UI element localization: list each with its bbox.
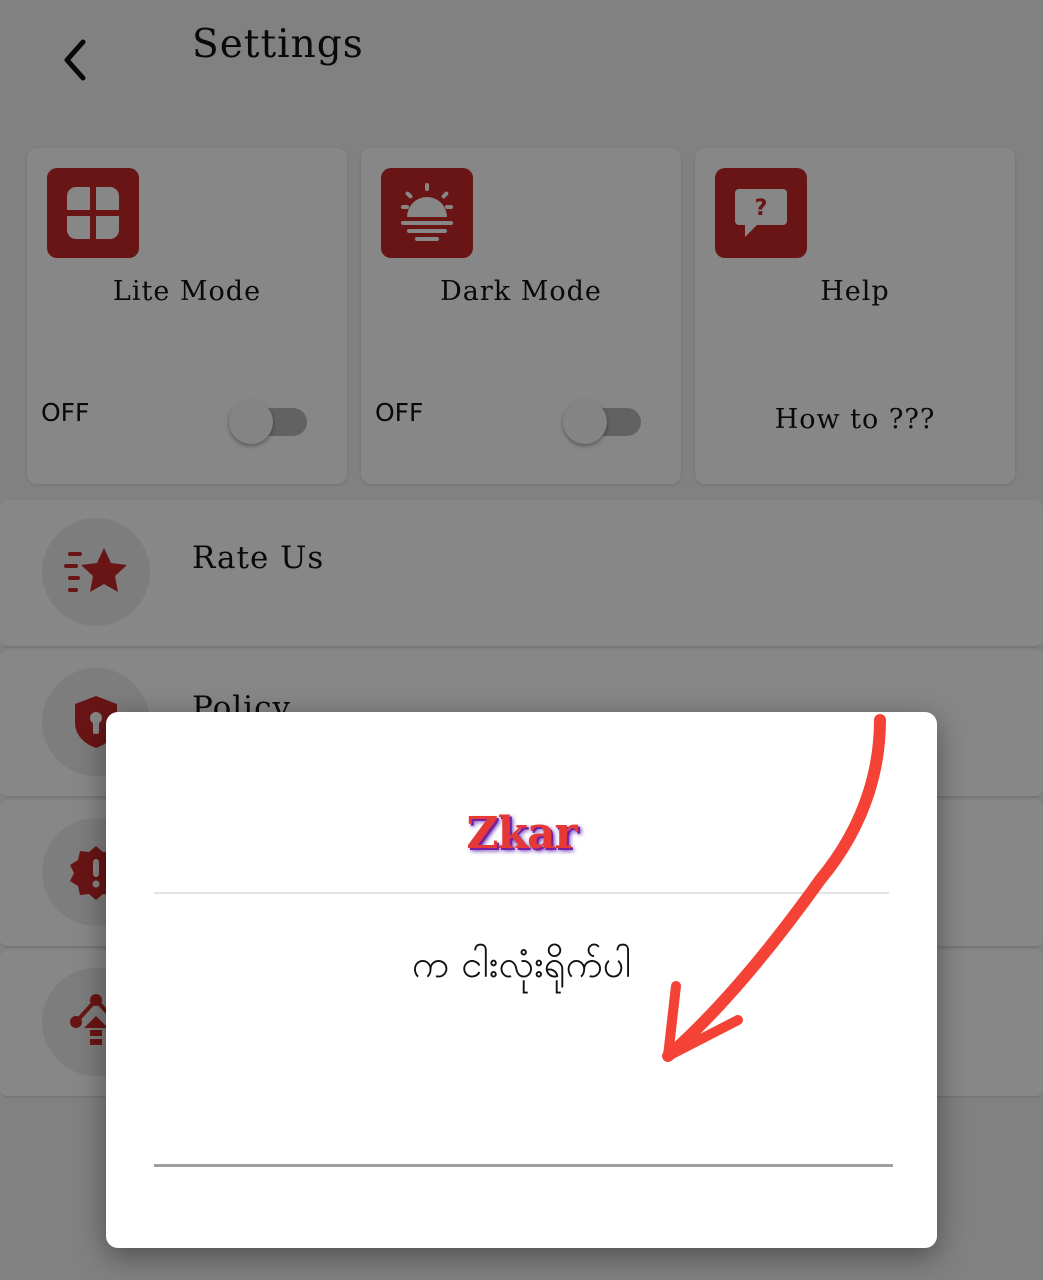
dialog-divider <box>154 892 889 894</box>
dialog-brand-logo: Zkar <box>466 808 577 859</box>
dialog-message: က ငါးလုံးရိုက်ပါ <box>411 942 632 986</box>
dialog-input[interactable] <box>154 1132 893 1167</box>
settings-screen: Settings Lite Mode OFF Dark Mode OFF ? H… <box>0 0 1043 1280</box>
captcha-dialog: Zkar က ငါးလုံးရိုက်ပါ <box>106 712 937 1248</box>
